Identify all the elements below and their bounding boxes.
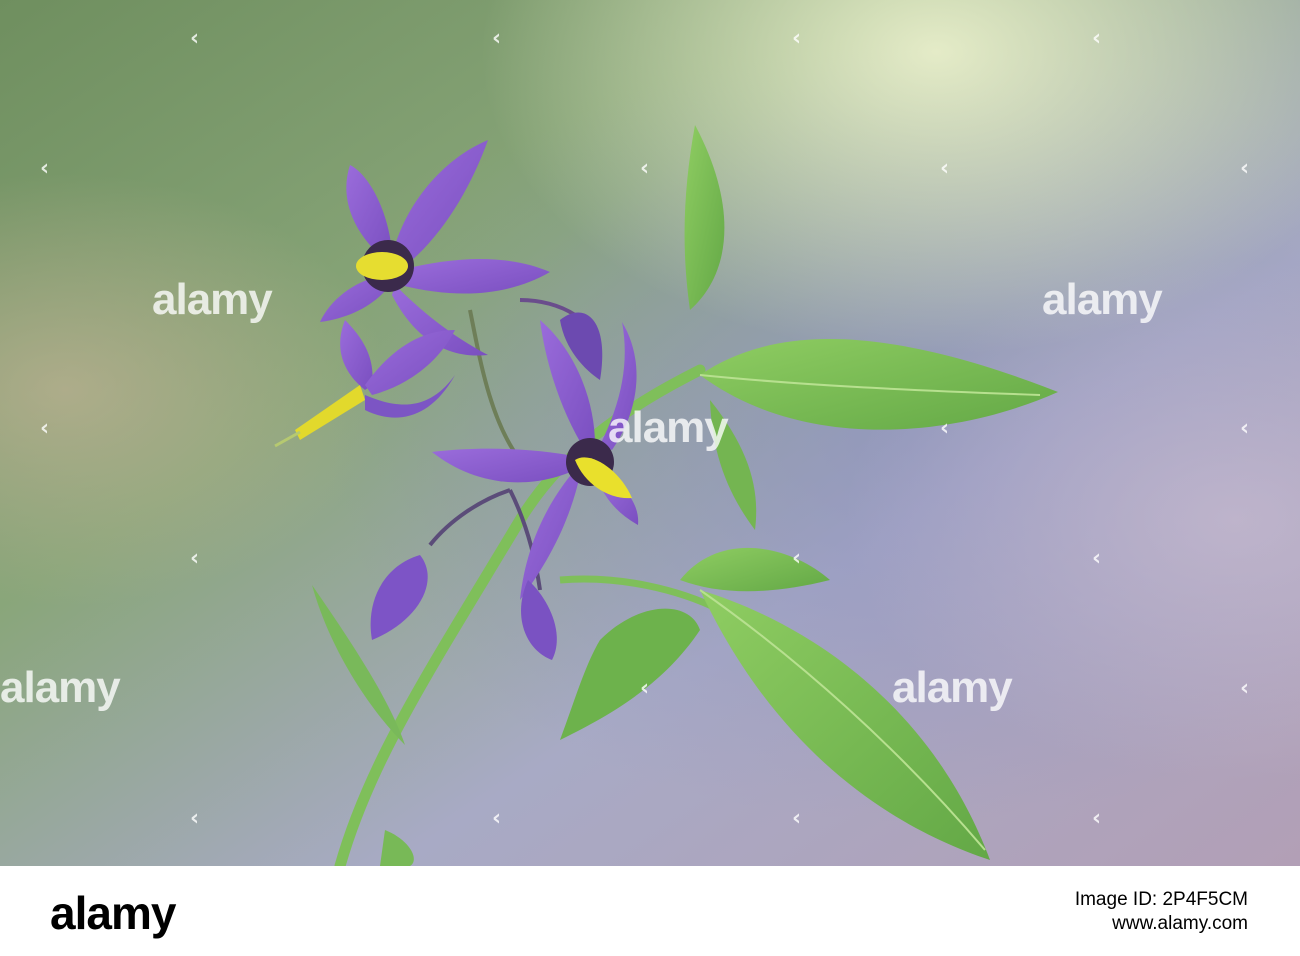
stock-footer: alamy Image ID: 2P4F5CM www.alamy.com bbox=[0, 866, 1300, 956]
watermark-tick: ‹ bbox=[1092, 546, 1102, 571]
watermark-tick: ‹ bbox=[40, 416, 50, 441]
watermark-tick: ‹ bbox=[1240, 676, 1250, 701]
watermark-tick: ‹ bbox=[190, 806, 200, 831]
watermark-tick: ‹ bbox=[1092, 26, 1102, 51]
watermark-tick: ‹ bbox=[940, 416, 950, 441]
watermark-tick: ‹ bbox=[40, 156, 50, 181]
watermark-tick: ‹ bbox=[1092, 806, 1102, 831]
watermark-tick: ‹ bbox=[940, 156, 950, 181]
watermark-tick: ‹ bbox=[1240, 156, 1250, 181]
watermark-tick: ‹ bbox=[1240, 416, 1250, 441]
watermark-tick: ‹ bbox=[640, 156, 650, 181]
watermark-tick: ‹ bbox=[792, 806, 802, 831]
watermark: alamy bbox=[152, 275, 273, 324]
watermark: alamy bbox=[0, 663, 121, 712]
watermark: alamy bbox=[892, 663, 1013, 712]
watermark-tick: ‹ bbox=[640, 676, 650, 701]
site-url: www.alamy.com bbox=[1112, 912, 1248, 934]
watermark-tick: ‹ bbox=[190, 546, 200, 571]
watermark-tick: ‹ bbox=[492, 26, 502, 51]
watermark-tick: ‹ bbox=[190, 26, 200, 51]
watermark: alamy bbox=[1042, 275, 1163, 324]
watermark-tick: ‹ bbox=[792, 546, 802, 571]
image-id-block: Image ID: 2P4F5CM www.alamy.com bbox=[1075, 888, 1248, 936]
watermark-tick: ‹ bbox=[792, 26, 802, 51]
alamy-logo: alamy bbox=[50, 887, 176, 939]
photo: alamy alamy alamy alamy alamy ‹ ‹ ‹ ‹ ‹ … bbox=[0, 0, 1300, 866]
watermark: alamy bbox=[608, 403, 729, 452]
watermark-tick: ‹ bbox=[492, 806, 502, 831]
image-id: Image ID: 2P4F5CM bbox=[1074, 889, 1248, 910]
